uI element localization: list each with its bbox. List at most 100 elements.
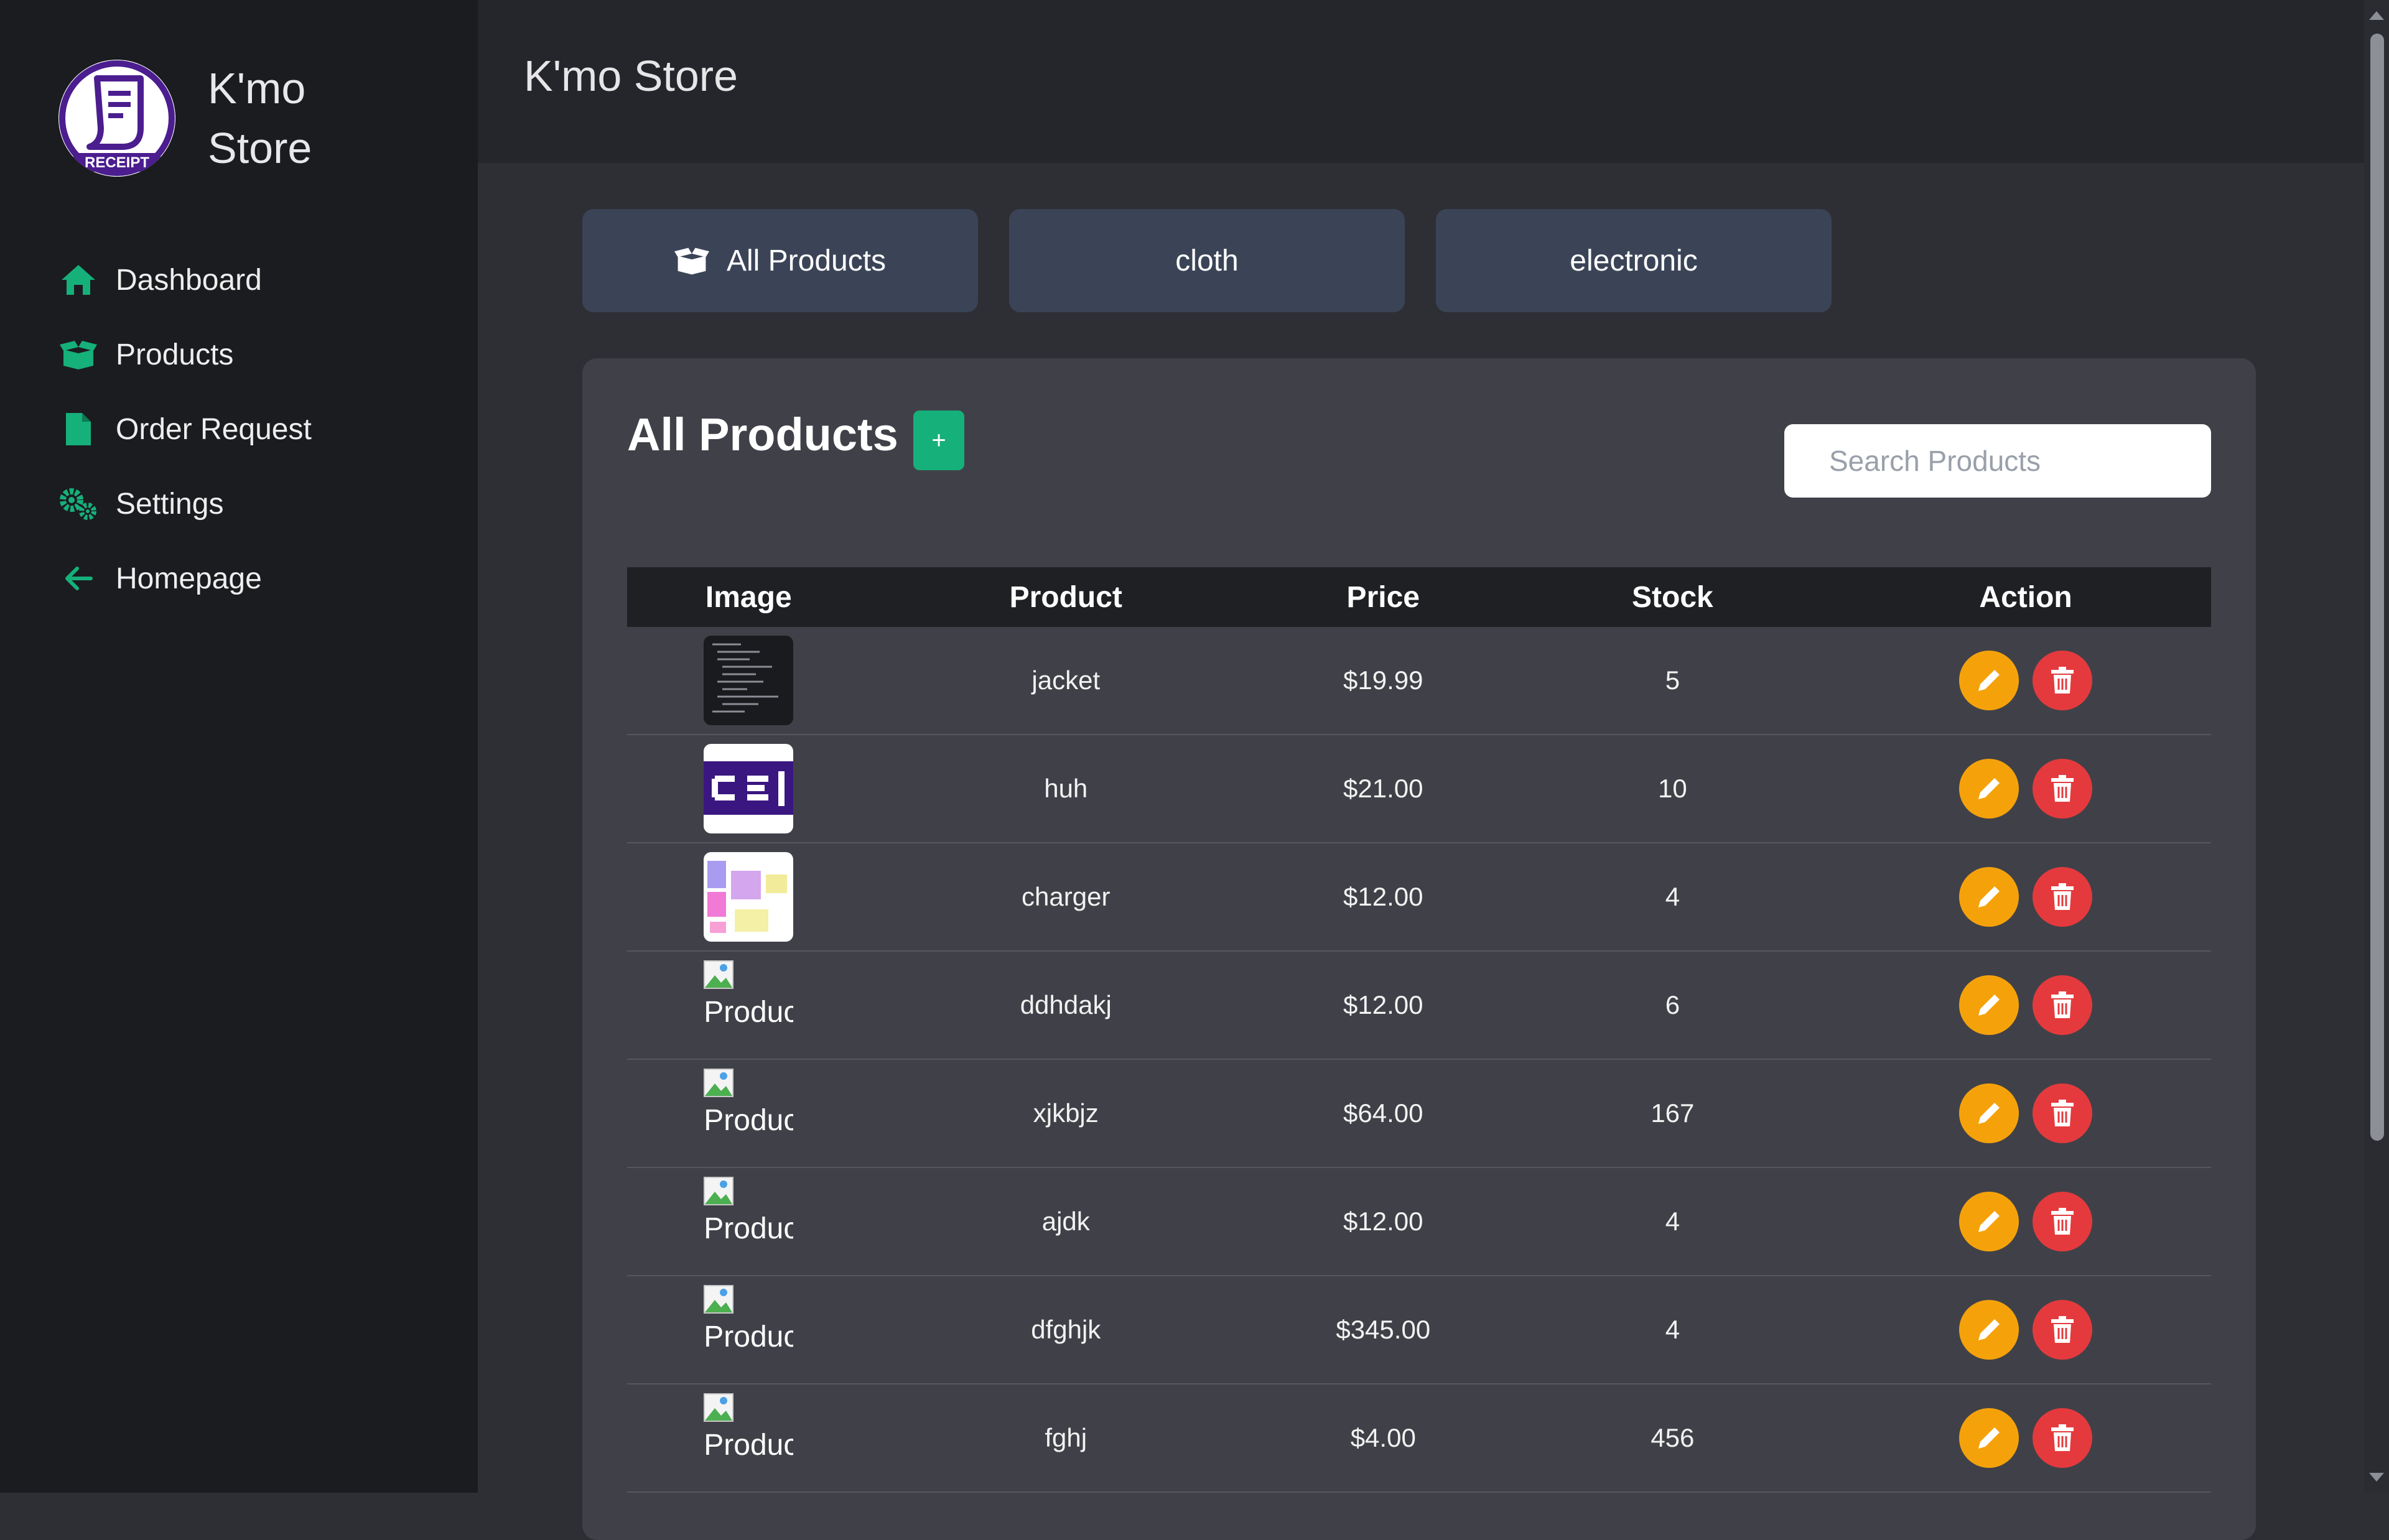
delete-button[interactable]	[2033, 1192, 2093, 1251]
panel-title: All Products	[627, 409, 898, 460]
page-scrollbar[interactable]	[2364, 0, 2389, 1493]
pencil-icon	[1978, 995, 2000, 1016]
scrollbar-thumb[interactable]	[2370, 34, 2384, 1141]
delete-button[interactable]	[2033, 1300, 2093, 1360]
sidebar-item-label: Products	[116, 338, 234, 371]
sidebar-item-homepage[interactable]: Homepage	[58, 541, 312, 616]
image-cell: Product	[627, 1276, 870, 1385]
product-stock: 4	[1504, 1167, 1841, 1276]
product-name: ajdk	[870, 1167, 1262, 1276]
trash-icon	[2051, 667, 2074, 693]
broken-product-image: Product	[704, 1069, 793, 1158]
action-cell	[1840, 1384, 2211, 1493]
image-cell: Product	[627, 1384, 870, 1493]
trash-icon	[2051, 775, 2074, 802]
image-alt-text: Product	[704, 1429, 794, 1462]
products-table: Image Product Price Stock Action jacket …	[627, 567, 2211, 1493]
box-open-icon	[58, 335, 98, 374]
image-cell: Product	[627, 1059, 870, 1168]
edit-button[interactable]	[1959, 975, 2019, 1035]
broken-image-icon	[704, 1177, 734, 1205]
add-product-button[interactable]: +	[913, 411, 964, 470]
image-alt-text: Product	[704, 1104, 794, 1137]
brand[interactable]: RECEIPT K'mo Store	[58, 58, 370, 178]
table-row: Product dfghjk $345.00 4	[627, 1276, 2211, 1385]
box-open-icon	[674, 246, 709, 275]
product-price: $64.00	[1261, 1059, 1505, 1168]
scroll-down-arrow[interactable]	[2369, 1473, 2384, 1482]
column-header-product[interactable]: Product	[870, 567, 1262, 627]
broken-image-icon	[704, 1285, 734, 1314]
product-name: jacket	[870, 627, 1262, 735]
scroll-up-arrow[interactable]	[2369, 11, 2384, 20]
product-image	[704, 636, 794, 725]
sidebar-item-label: Settings	[116, 487, 224, 521]
edit-button[interactable]	[1959, 1408, 2019, 1468]
trash-icon	[2051, 1100, 2074, 1126]
table-row: jacket $19.99 5	[627, 627, 2211, 735]
broken-image-icon	[704, 960, 734, 989]
product-stock: 167	[1504, 1059, 1841, 1168]
image-alt-text: Product	[704, 1212, 794, 1245]
delete-button[interactable]	[2033, 759, 2093, 819]
delete-button[interactable]	[2033, 1083, 2093, 1143]
edit-button[interactable]	[1959, 759, 2019, 819]
edit-button[interactable]	[1959, 651, 2019, 710]
sidebar-item-label: Order Request	[116, 412, 312, 446]
action-cell	[1840, 1276, 2211, 1385]
action-cell	[1840, 951, 2211, 1060]
pencil-icon	[1978, 886, 2000, 907]
table-row: charger $12.00 4	[627, 843, 2211, 952]
category-tabs: All Products cloth electronic	[582, 209, 1863, 312]
product-price: $12.00	[1261, 843, 1505, 952]
table-row: Product ajdk $12.00 4	[627, 1167, 2211, 1276]
product-name: huh	[870, 735, 1262, 843]
product-stock: 4	[1504, 843, 1841, 952]
column-header-action: Action	[1979, 580, 2072, 614]
products-panel: All Products + Image Product Price Stock…	[582, 358, 2256, 1540]
sidebar-item-products[interactable]: Products	[58, 317, 312, 392]
trash-icon	[2051, 883, 2074, 910]
product-name: charger	[870, 843, 1262, 952]
table-row: huh $21.00 10	[627, 735, 2211, 843]
product-price: $21.00	[1261, 735, 1505, 843]
broken-product-image: Product	[704, 1177, 793, 1266]
product-price: $4.00	[1261, 1384, 1505, 1493]
column-header-stock[interactable]: Stock	[1505, 567, 1841, 627]
product-stock: 10	[1504, 735, 1841, 843]
product-stock: 6	[1504, 951, 1841, 1060]
arrow-left-icon	[58, 559, 98, 598]
search-input[interactable]	[1784, 424, 2211, 498]
tab-label: electronic	[1570, 244, 1698, 277]
column-header-price[interactable]: Price	[1262, 567, 1505, 627]
tab-electronic[interactable]: electronic	[1436, 209, 1832, 312]
product-image	[704, 852, 794, 942]
table-row: Product fghj $4.00 456	[627, 1384, 2211, 1493]
tab-all-products[interactable]: All Products	[582, 209, 978, 312]
delete-button[interactable]	[2033, 867, 2093, 927]
sidebar-item-dashboard[interactable]: Dashboard	[58, 243, 312, 317]
edit-button[interactable]	[1959, 1192, 2019, 1251]
sidebar-item-order-request[interactable]: Order Request	[58, 392, 312, 466]
edit-button[interactable]	[1959, 1300, 2019, 1360]
sidebar-item-label: Homepage	[116, 562, 262, 595]
table-row: Product ddhdakj $12.00 6	[627, 951, 2211, 1060]
broken-image-icon	[704, 1393, 734, 1422]
top-header: K'mo Store	[478, 0, 2364, 163]
action-cell	[1840, 1167, 2211, 1276]
broken-product-image: Product	[704, 1393, 793, 1483]
product-image	[704, 744, 794, 833]
delete-button[interactable]	[2033, 975, 2093, 1035]
delete-button[interactable]	[2033, 1408, 2093, 1468]
column-header-image[interactable]: Image	[627, 567, 870, 627]
delete-button[interactable]	[2033, 651, 2093, 710]
tab-cloth[interactable]: cloth	[1009, 209, 1405, 312]
product-price: $19.99	[1261, 627, 1505, 735]
product-price: $12.00	[1261, 951, 1505, 1060]
edit-button[interactable]	[1959, 1083, 2019, 1143]
tab-label: All Products	[726, 244, 887, 277]
edit-button[interactable]	[1959, 867, 2019, 927]
pencil-icon	[1978, 1211, 2000, 1232]
sidebar-item-settings[interactable]: Settings	[58, 466, 312, 541]
table-row: Product xjkbjz $64.00 167	[627, 1059, 2211, 1168]
